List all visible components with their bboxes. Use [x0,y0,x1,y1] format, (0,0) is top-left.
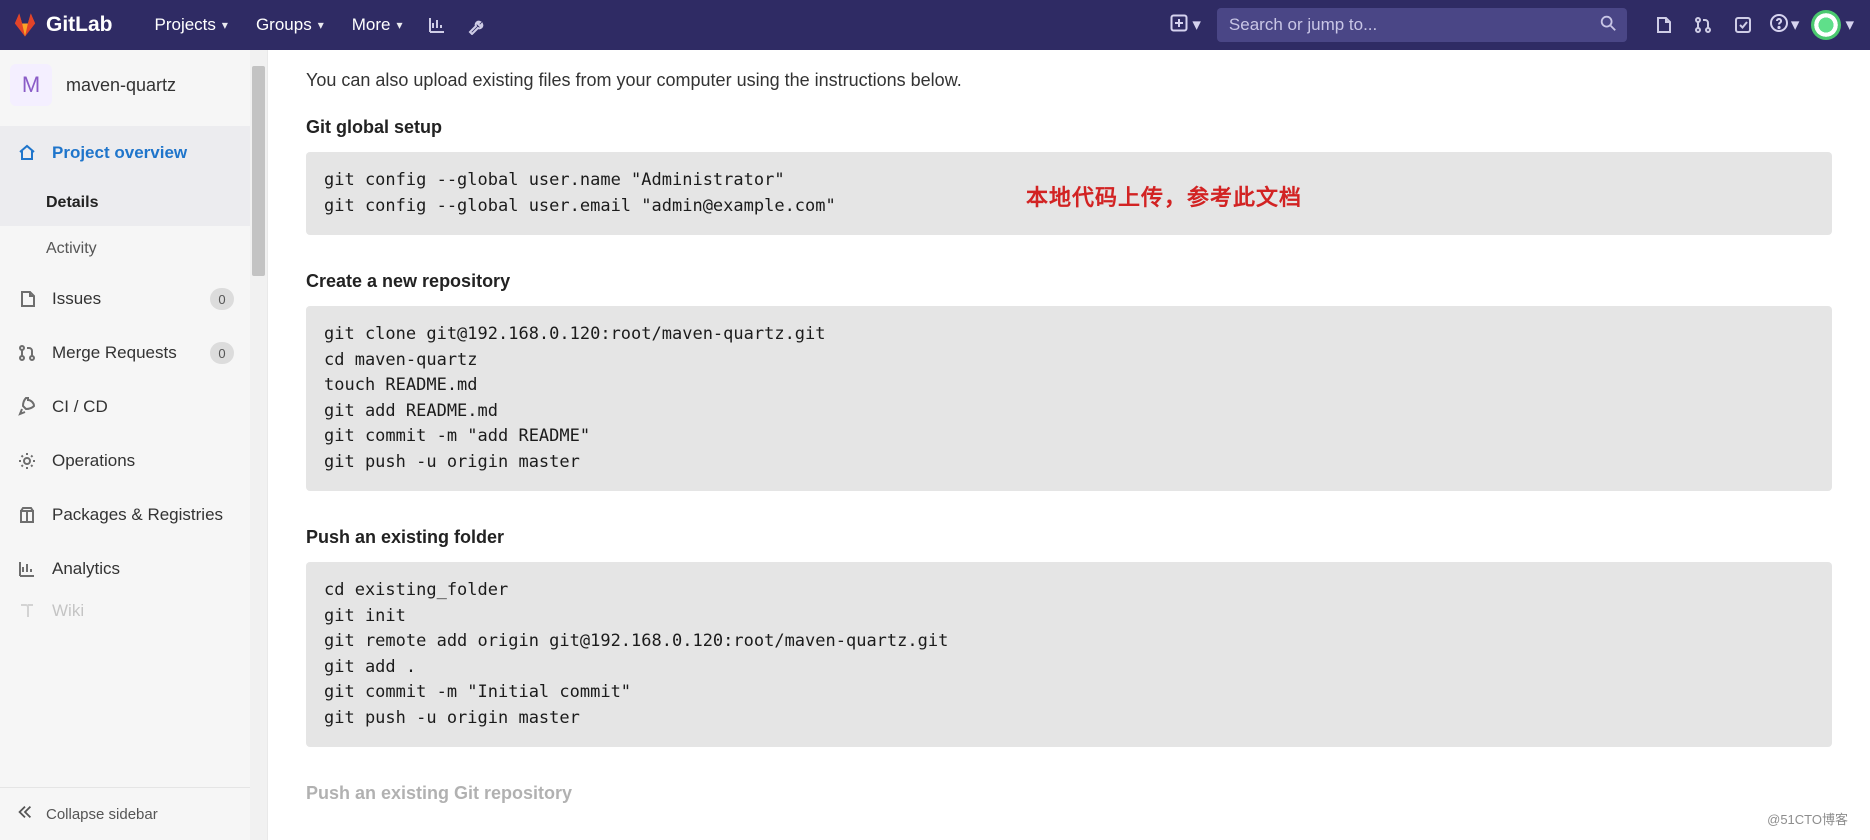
search-icon [1599,14,1617,37]
nav-more[interactable]: More ▾ [338,0,417,50]
sidebar: M maven-quartz Project overview Details … [0,50,268,840]
merge-request-icon [16,343,38,363]
project-avatar: M [10,64,52,106]
home-icon [16,143,38,163]
nav-projects[interactable]: Projects ▾ [141,0,242,50]
annotation-text: 本地代码上传，参考此文档 [1026,180,1302,212]
rocket-icon [16,397,38,417]
sidebar-item-merge-requests[interactable]: Merge Requests 0 [0,326,250,380]
section-title-new-repo: Create a new repository [306,271,1832,292]
chevron-down-icon: ▾ [396,18,402,32]
top-navbar: GitLab Projects ▾ Groups ▾ More ▾ ▾ [0,0,1870,50]
nav-groups[interactable]: Groups ▾ [242,0,338,50]
scrollbar-thumb[interactable] [252,66,265,276]
chevrons-left-icon [16,803,34,825]
book-icon [16,601,38,621]
sidebar-sub-label: Details [46,194,98,212]
sidebar-sub-label: Activity [46,240,97,258]
sidebar-item-issues[interactable]: Issues 0 [0,272,250,326]
main-content: You can also upload existing files from … [268,50,1870,840]
search-input[interactable] [1227,14,1599,36]
chevron-down-icon: ▾ [1791,15,1800,35]
brand-name: GitLab [46,13,113,37]
scrollbar[interactable] [250,50,267,840]
wrench-icon[interactable] [457,0,497,50]
activity-chart-icon[interactable] [417,0,457,50]
global-search[interactable] [1217,8,1627,42]
sidebar-item-label: Merge Requests [52,343,177,363]
sidebar-sub-activity[interactable]: Activity [0,226,250,272]
sidebar-item-label: Operations [52,451,135,471]
plus-icon [1170,14,1188,37]
count-badge: 0 [210,342,234,364]
help-icon [1769,13,1789,38]
collapse-sidebar[interactable]: Collapse sidebar [0,788,250,840]
watermark: @51CTO博客 [1767,809,1848,828]
sidebar-item-packages[interactable]: Packages & Registries [0,488,250,542]
section-title-existing-repo: Push an existing Git repository [306,783,1832,804]
user-avatar[interactable] [1811,10,1841,40]
sidebar-item-overview[interactable]: Project overview [0,126,250,180]
sidebar-item-analytics[interactable]: Analytics [0,542,250,596]
issues-icon [16,289,38,309]
project-header[interactable]: M maven-quartz [0,50,250,120]
code-block-new-repo[interactable]: git clone git@192.168.0.120:root/maven-q… [306,306,1832,491]
chevron-down-icon: ▾ [222,18,228,32]
chevron-down-icon: ▾ [318,18,324,32]
collapse-label: Collapse sidebar [46,806,158,823]
sidebar-item-label: Wiki [52,601,84,621]
help-dropdown[interactable]: ▾ [1769,13,1800,38]
sidebar-item-label: Packages & Registries [52,505,223,525]
section-title-existing-folder: Push an existing folder [306,527,1832,548]
gear-icon [16,451,38,471]
sidebar-sub-details[interactable]: Details [0,180,250,226]
code-block-existing-folder[interactable]: cd existing_folder git init git remote a… [306,562,1832,747]
nav-more-label: More [352,15,391,35]
chevron-down-icon[interactable]: ▾ [1845,15,1854,35]
sidebar-item-label: Analytics [52,559,120,579]
sidebar-item-cicd[interactable]: CI / CD [0,380,250,434]
merge-request-icon[interactable] [1683,0,1723,50]
todos-icon[interactable] [1723,0,1763,50]
project-name: maven-quartz [66,75,176,96]
gitlab-logo-icon [12,12,38,38]
section-title-global-setup: Git global setup [306,117,1832,138]
intro-text: You can also upload existing files from … [306,70,1832,91]
sidebar-item-operations[interactable]: Operations [0,434,250,488]
nav-groups-label: Groups [256,15,312,35]
new-dropdown[interactable]: ▾ [1170,14,1201,37]
nav-projects-label: Projects [155,15,216,35]
sidebar-item-label: Issues [52,289,101,309]
brand[interactable]: GitLab [12,12,113,38]
analytics-icon [16,559,38,579]
chevron-down-icon: ▾ [1192,15,1201,35]
sidebar-item-label: CI / CD [52,397,108,417]
package-icon [16,505,38,525]
sidebar-item-wiki[interactable]: Wiki [0,596,250,626]
count-badge: 0 [210,288,234,310]
issues-shortcut-icon[interactable] [1643,0,1683,50]
sidebar-item-label: Project overview [52,143,187,163]
